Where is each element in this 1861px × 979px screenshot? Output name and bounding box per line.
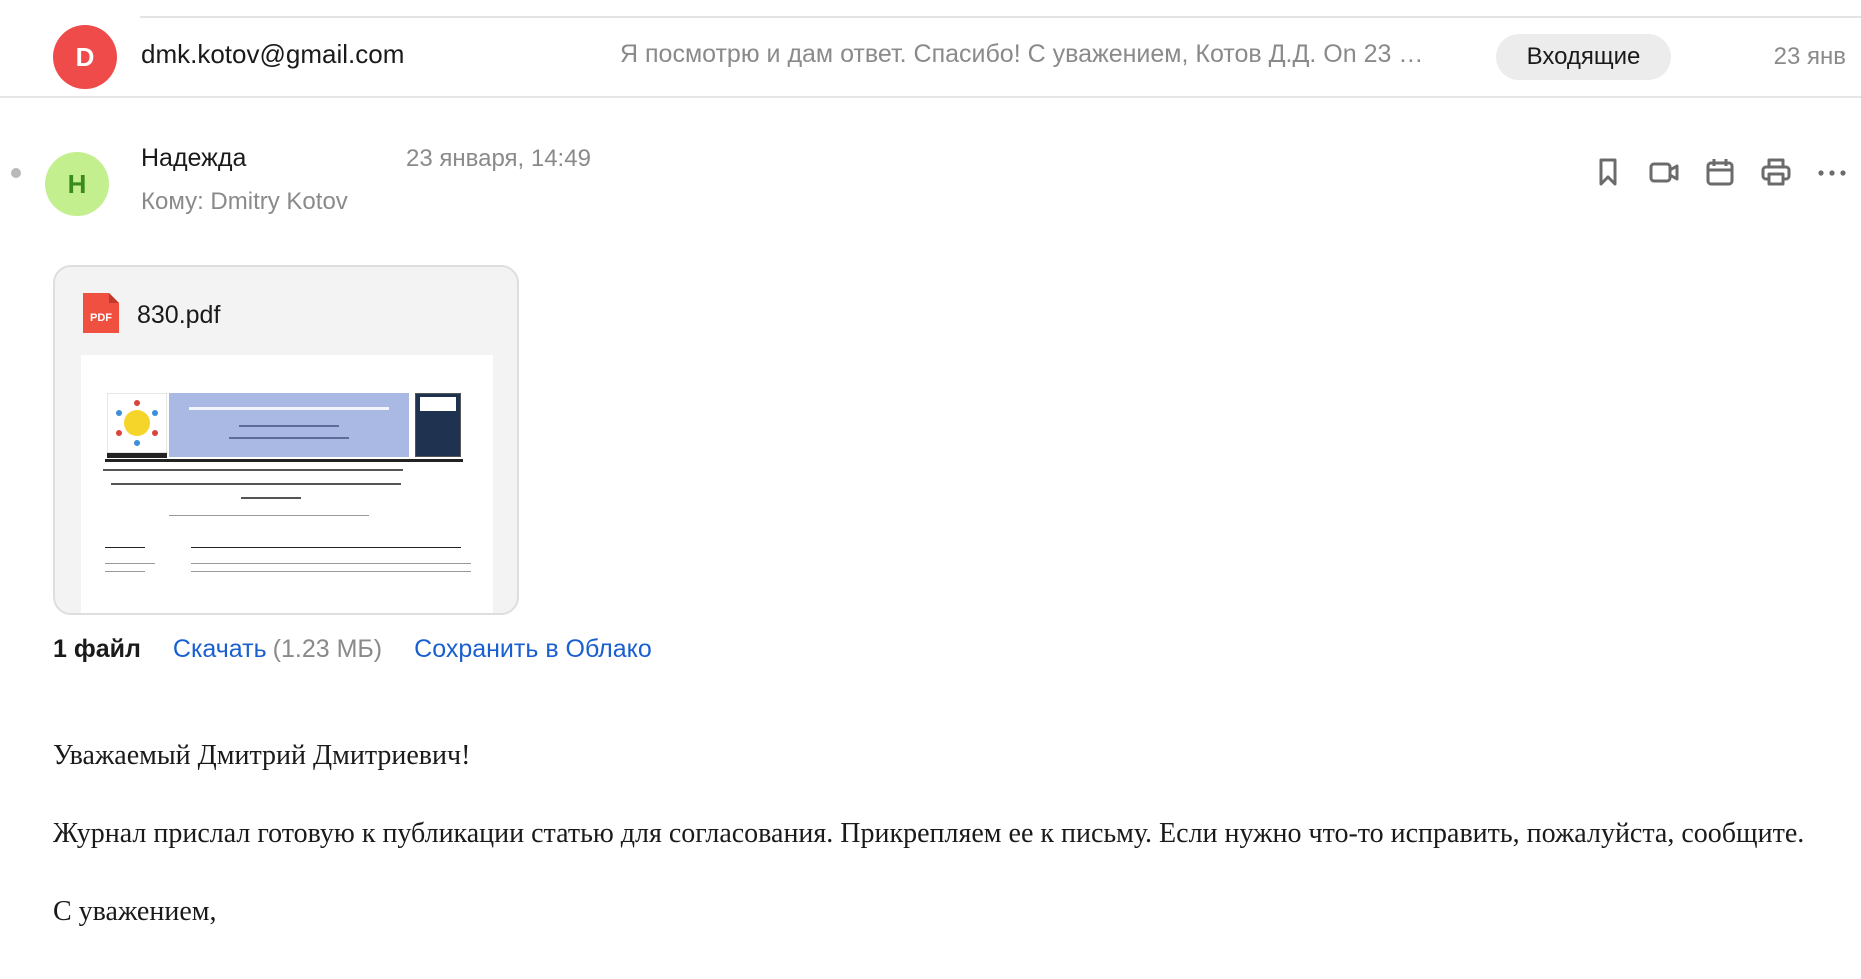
more-button[interactable]: [1814, 152, 1850, 192]
pdf-file-icon: PDF: [83, 293, 119, 333]
sender-avatar[interactable]: D: [53, 25, 117, 89]
message-from[interactable]: Надежда: [141, 144, 246, 173]
unread-dot[interactable]: [11, 168, 21, 178]
folder-badge[interactable]: Входящие: [1496, 34, 1671, 80]
preview-article-title: [81, 355, 493, 613]
attachment-preview[interactable]: [81, 355, 493, 613]
bookmark-icon: [1599, 158, 1617, 186]
more-icon: [1818, 170, 1846, 176]
body-greeting: Уважаемый Дмитрий Дмитриевич!: [53, 740, 471, 771]
body-paragraph: Журнал прислал готовую к публикации стат…: [53, 818, 1805, 849]
thread-sender[interactable]: dmk.kotov@gmail.com: [141, 39, 404, 70]
bookmark-button[interactable]: [1590, 152, 1626, 192]
attachment-card[interactable]: PDF 830.pdf: [53, 265, 519, 615]
print-icon: [1761, 158, 1791, 186]
video-call-button[interactable]: [1646, 152, 1682, 192]
message-date: 23 января, 14:49: [406, 145, 591, 172]
calendar-button[interactable]: [1702, 152, 1738, 192]
print-button[interactable]: [1758, 152, 1794, 192]
top-divider: [140, 16, 1861, 18]
files-count: 1 файл: [53, 635, 141, 663]
file-size: (1.23 МБ): [272, 635, 383, 663]
attachment-filename[interactable]: 830.pdf: [137, 301, 220, 330]
video-call-icon: [1649, 162, 1679, 183]
body-closing: С уважением,: [53, 896, 217, 927]
thread-snippet[interactable]: Я посмотрю и дам ответ. Спасибо! С уваже…: [620, 40, 1474, 69]
save-to-cloud-link[interactable]: Сохранить в Облако: [414, 635, 652, 664]
row-divider: [0, 96, 1861, 98]
thread-date: 23 янв: [1773, 43, 1846, 70]
pdf-icon-label: PDF: [90, 312, 112, 324]
download-link[interactable]: Скачать: [173, 635, 267, 664]
message-body: Уважаемый Дмитрий Дмитриевич! Журнал при…: [53, 736, 1833, 970]
message-recipients[interactable]: Кому: Dmitry Kotov: [141, 188, 348, 216]
message-toolbar: [1590, 152, 1850, 192]
calendar-icon: [1706, 159, 1734, 186]
message-avatar[interactable]: Н: [45, 152, 109, 216]
attachment-footer: 1 файл Скачать (1.23 МБ) Сохранить в Обл…: [53, 635, 652, 664]
